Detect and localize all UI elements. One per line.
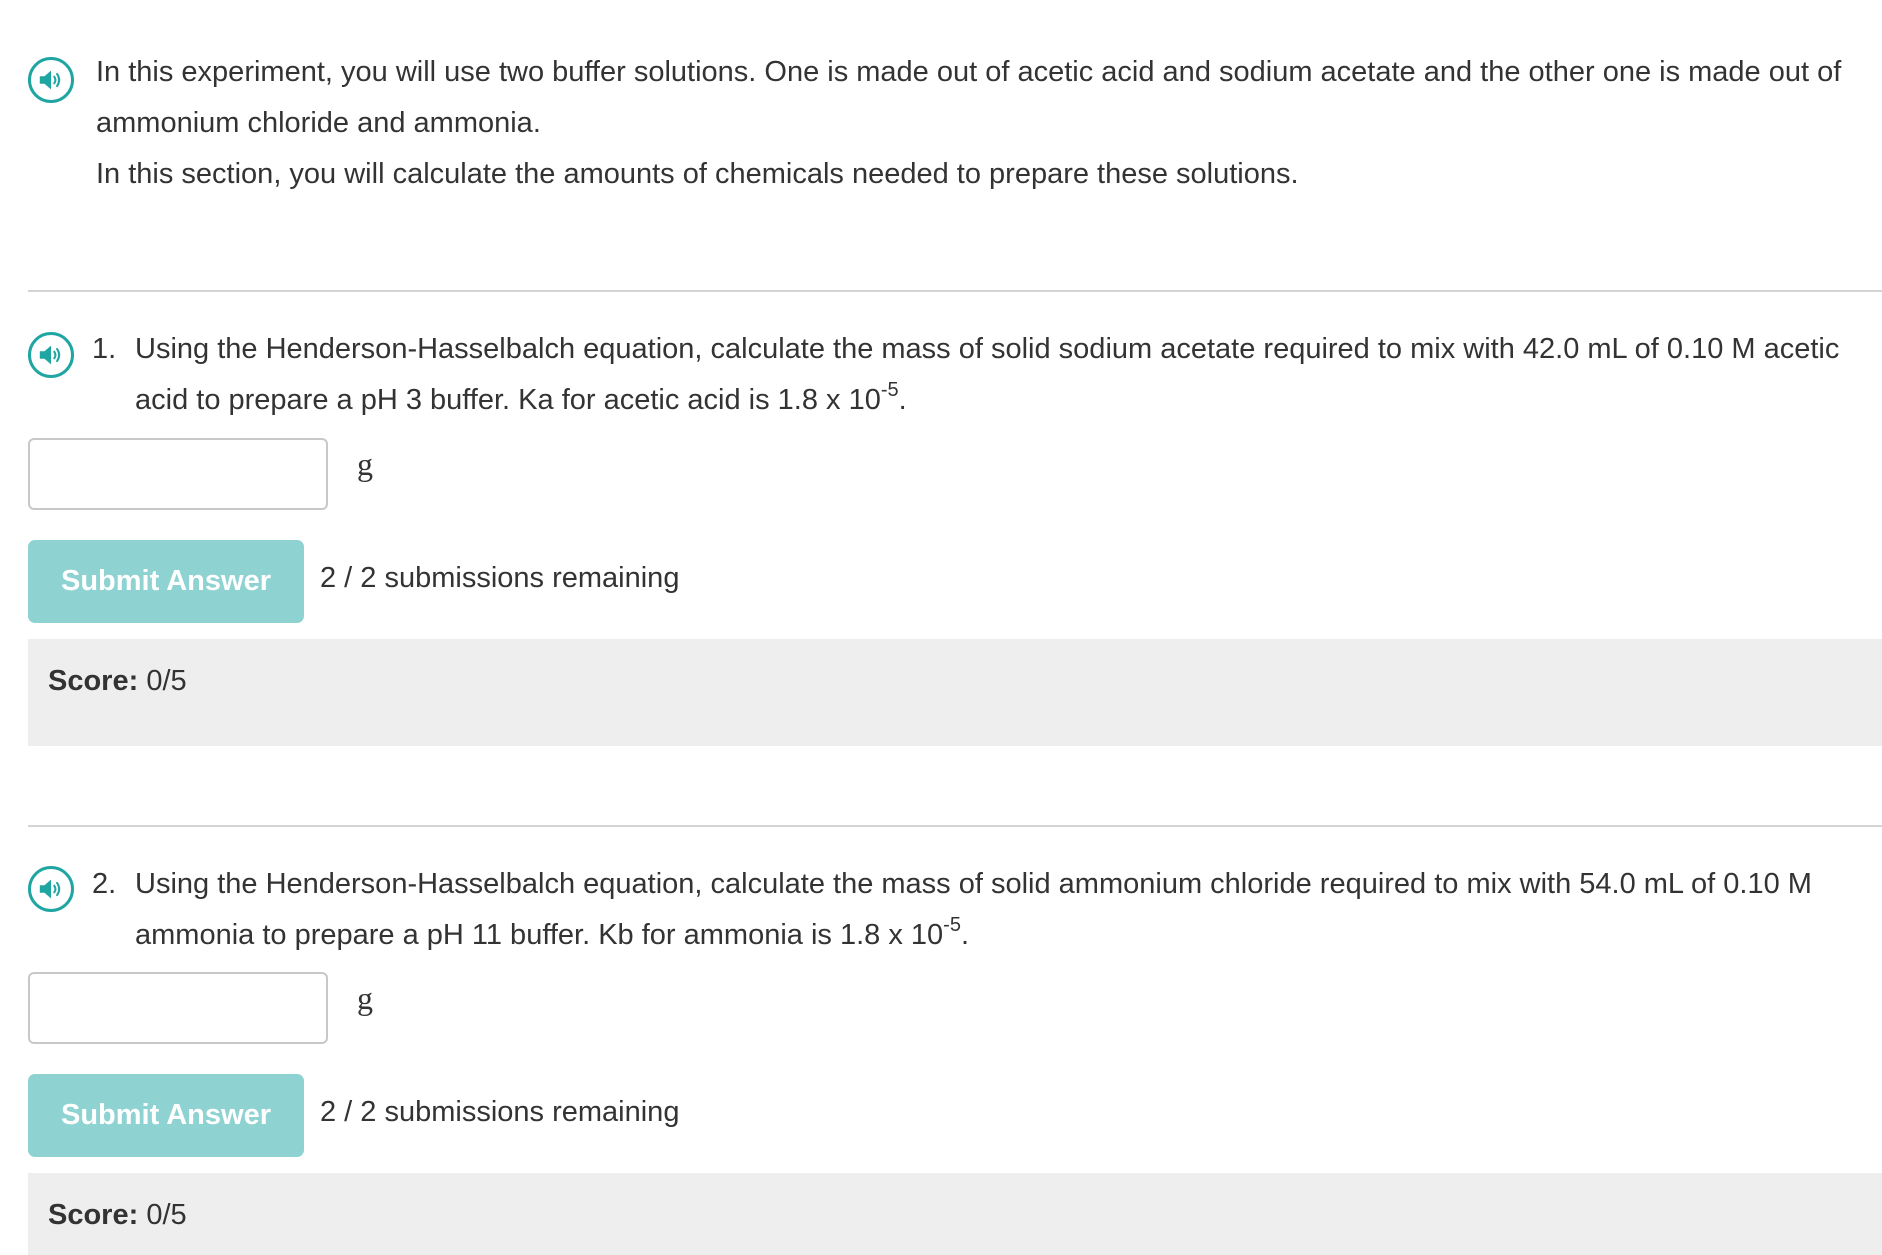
speaker-icon — [39, 879, 61, 899]
score: Score: 0/5 — [48, 1199, 187, 1232]
read-aloud-question-1-button[interactable] — [28, 332, 74, 378]
unit-label: g — [357, 446, 373, 482]
speaker-icon — [39, 70, 61, 90]
page: In this experiment, you will use two buf… — [0, 0, 1882, 1255]
score: Score: 0/5 — [48, 665, 187, 698]
submissions-remaining: 2 / 2 submissions remaining — [320, 1096, 680, 1128]
submit-answer-button-1[interactable]: Submit Answer — [28, 540, 304, 623]
question-end: . — [898, 384, 907, 416]
intro-text: In this experiment, you will use two buf… — [96, 47, 1866, 200]
exponent: -5 — [880, 379, 899, 402]
answer-input-1[interactable] — [28, 438, 328, 510]
section-divider — [28, 290, 1882, 292]
question-number: 1. — [92, 333, 117, 365]
score-label: Score: — [48, 665, 139, 697]
score-value: 0/5 — [146, 1199, 187, 1231]
read-aloud-intro-button[interactable] — [28, 57, 74, 103]
answer-input-2[interactable] — [28, 972, 328, 1044]
intro-paragraph-2: In this section, you will calculate the … — [96, 158, 1299, 190]
score-panel-2: Score: 0/5 — [28, 1173, 1882, 1255]
unit-label: g — [357, 980, 373, 1016]
question-prompt: Using the Henderson-Hasselbalch equation… — [135, 333, 1840, 416]
read-aloud-question-2-button[interactable] — [28, 866, 74, 912]
score-value: 0/5 — [146, 665, 187, 697]
section-divider — [28, 825, 1882, 827]
question-number: 2. — [92, 868, 117, 900]
exponent: -5 — [943, 914, 961, 937]
submissions-remaining: 2 / 2 submissions remaining — [320, 562, 680, 594]
intro-paragraph-1: In this experiment, you will use two buf… — [96, 56, 1842, 139]
question-text: Using the Henderson-Hasselbalch equation… — [135, 324, 1875, 426]
question-text: Using the Henderson-Hasselbalch equation… — [135, 859, 1875, 961]
question-end: . — [960, 919, 970, 951]
score-panel-1: Score: 0/5 — [28, 639, 1882, 746]
question-prompt: Using the Henderson-Hasselbalch equation… — [135, 868, 1812, 951]
score-label: Score: — [48, 1199, 139, 1231]
submit-answer-button-2[interactable]: Submit Answer — [28, 1074, 304, 1157]
speaker-icon — [39, 345, 61, 365]
